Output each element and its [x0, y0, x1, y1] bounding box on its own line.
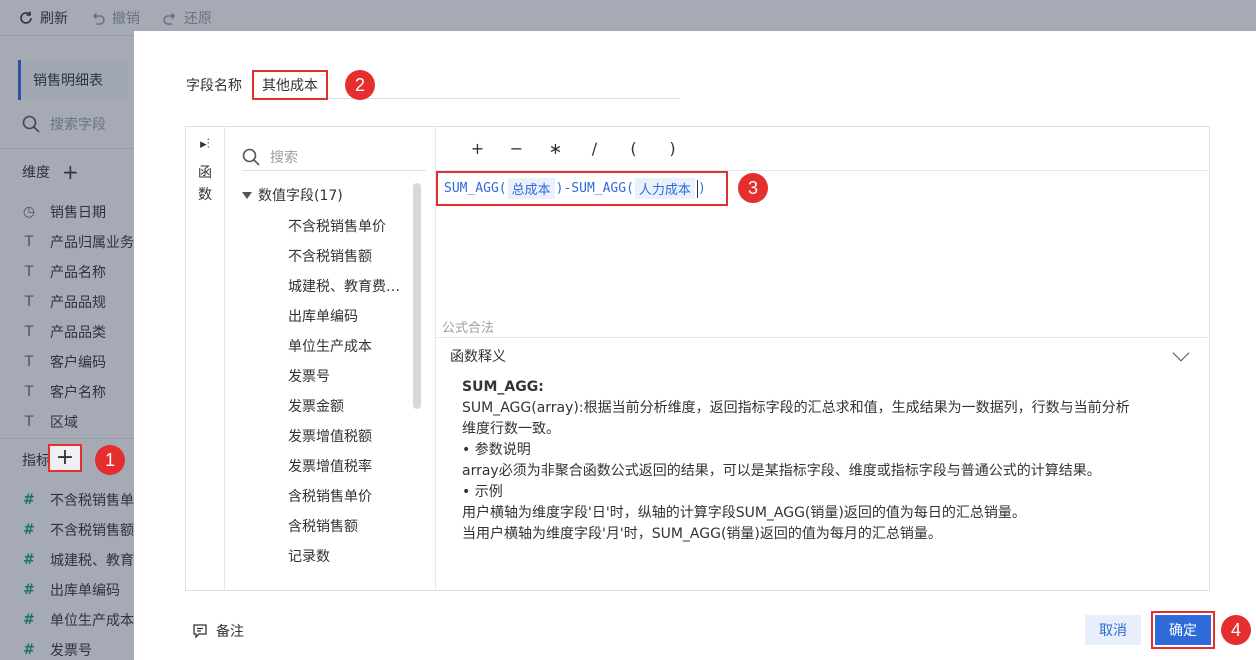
notes-label: 备注 [216, 624, 244, 640]
function-name: SUM_AGG: [462, 379, 544, 395]
step-marker-1: 1 [95, 445, 125, 475]
formula-text: ) [697, 181, 706, 196]
notes-button[interactable]: 备注 [192, 621, 244, 641]
operator-bar: + − ∗ / ( ) [436, 127, 1209, 171]
formula-field-token[interactable]: 人力成本 [634, 178, 695, 199]
field-list-item[interactable]: 发票增值税率 [288, 457, 414, 487]
function-rail[interactable]: ▸⫶ 函数 [186, 127, 225, 590]
step-marker-3: 3 [738, 173, 768, 203]
formula-area: + − ∗ / ( ) SUM_AGG( 总成本 )-SUM_AGG( 人力成本… [436, 127, 1209, 590]
field-list-item[interactable]: 发票金额 [288, 397, 414, 427]
explain-line: SUM_AGG(array):根据当前分析维度，返回指标字段的汇总求和值，生成结… [462, 400, 1130, 416]
add-metric-button[interactable]: + [48, 444, 82, 472]
step-marker-2: 2 [345, 70, 375, 100]
formula-text: )-SUM_AGG( [555, 181, 634, 196]
operator-close-paren-button[interactable]: ) [653, 139, 692, 158]
note-icon [193, 624, 207, 639]
calculated-field-dialog: 字段名称 其他成本 2 ▸⫶ 函数 搜索 数值字段(17) 不含税销售单价 不含… [134, 31, 1256, 660]
explain-line: 用户横轴为维度字段'日'时，纵轴的计算字段SUM_AGG(销量)返回的值为每日的… [462, 505, 1026, 521]
field-search[interactable]: 搜索 [242, 143, 426, 171]
field-name-value: 其他成本 [252, 69, 328, 100]
explain-line: 维度行数一致。 [462, 421, 560, 437]
function-explain-title: 函数释义 [450, 348, 506, 365]
field-name-row: 字段名称 其他成本 [186, 69, 680, 100]
formula-field-token[interactable]: 总成本 [507, 178, 555, 199]
formula-text: SUM_AGG( [444, 181, 507, 196]
formula-input[interactable]: SUM_AGG( 总成本 )-SUM_AGG( 人力成本 ) [436, 171, 728, 206]
explain-line: 当用户横轴为维度字段'月'时，SUM_AGG(销量)返回的值为每月的汇总销量。 [462, 526, 942, 542]
explain-line: array必须为非聚合函数公式返回的结果，可以是某指标字段、维度或指标字段与普通… [462, 463, 1101, 479]
explain-line: • 示例 [462, 484, 503, 500]
formula-editor: ▸⫶ 函数 搜索 数值字段(17) 不含税销售单价 不含税销售额 城建税、教育费… [185, 126, 1210, 591]
confirm-button[interactable]: 确定 [1151, 611, 1215, 649]
field-name-label: 字段名称 [186, 78, 242, 94]
field-list-scrollbar[interactable] [413, 183, 421, 409]
expand-panel-icon[interactable]: ▸⫶ [200, 137, 210, 152]
field-list: 不含税销售单价 不含税销售额 城建税、教育费… 出库单编码 单位生产成本 发票号… [288, 217, 414, 577]
field-list-item[interactable]: 含税销售额 [288, 517, 414, 547]
field-list-item[interactable]: 发票号 [288, 367, 414, 397]
operator-plus-button[interactable]: + [458, 139, 497, 158]
field-name-input[interactable]: 其他成本 [252, 69, 680, 100]
operator-divide-button[interactable]: / [575, 139, 614, 158]
field-list-item[interactable]: 记录数 [288, 547, 414, 577]
function-rail-label: 函数 [198, 165, 212, 203]
field-search-placeholder: 搜索 [270, 149, 298, 166]
field-list-item[interactable]: 不含税销售额 [288, 247, 414, 277]
field-list-item[interactable]: 含税销售单价 [288, 487, 414, 517]
step-marker-4: 4 [1221, 615, 1251, 645]
field-list-item[interactable]: 城建税、教育费… [288, 277, 414, 307]
formula-validity: 公式合法 [442, 321, 495, 336]
field-list-item[interactable]: 发票增值税额 [288, 427, 414, 457]
function-explain-header[interactable]: 函数释义 [436, 337, 1209, 373]
operator-multiply-button[interactable]: ∗ [536, 139, 575, 158]
function-explain-body: SUM_AGG: SUM_AGG(array):根据当前分析维度，返回指标字段的… [462, 377, 1192, 545]
chevron-down-icon[interactable] [1172, 344, 1190, 361]
operator-open-paren-button[interactable]: ( [614, 139, 653, 158]
cancel-button[interactable]: 取消 [1085, 615, 1141, 645]
caret-down-icon [242, 191, 252, 199]
search-icon [242, 148, 260, 166]
field-list-item[interactable]: 出库单编码 [288, 307, 414, 337]
field-list-item[interactable]: 不含税销售单价 [288, 217, 414, 247]
field-group-header[interactable]: 数值字段(17) [242, 185, 343, 205]
field-panel: 搜索 数值字段(17) 不含税销售单价 不含税销售额 城建税、教育费… 出库单编… [226, 127, 436, 590]
field-list-item[interactable]: 单位生产成本 [288, 337, 414, 367]
explain-line: • 参数说明 [462, 442, 531, 458]
operator-minus-button[interactable]: − [497, 139, 536, 158]
field-group-label: 数值字段(17) [258, 188, 343, 204]
